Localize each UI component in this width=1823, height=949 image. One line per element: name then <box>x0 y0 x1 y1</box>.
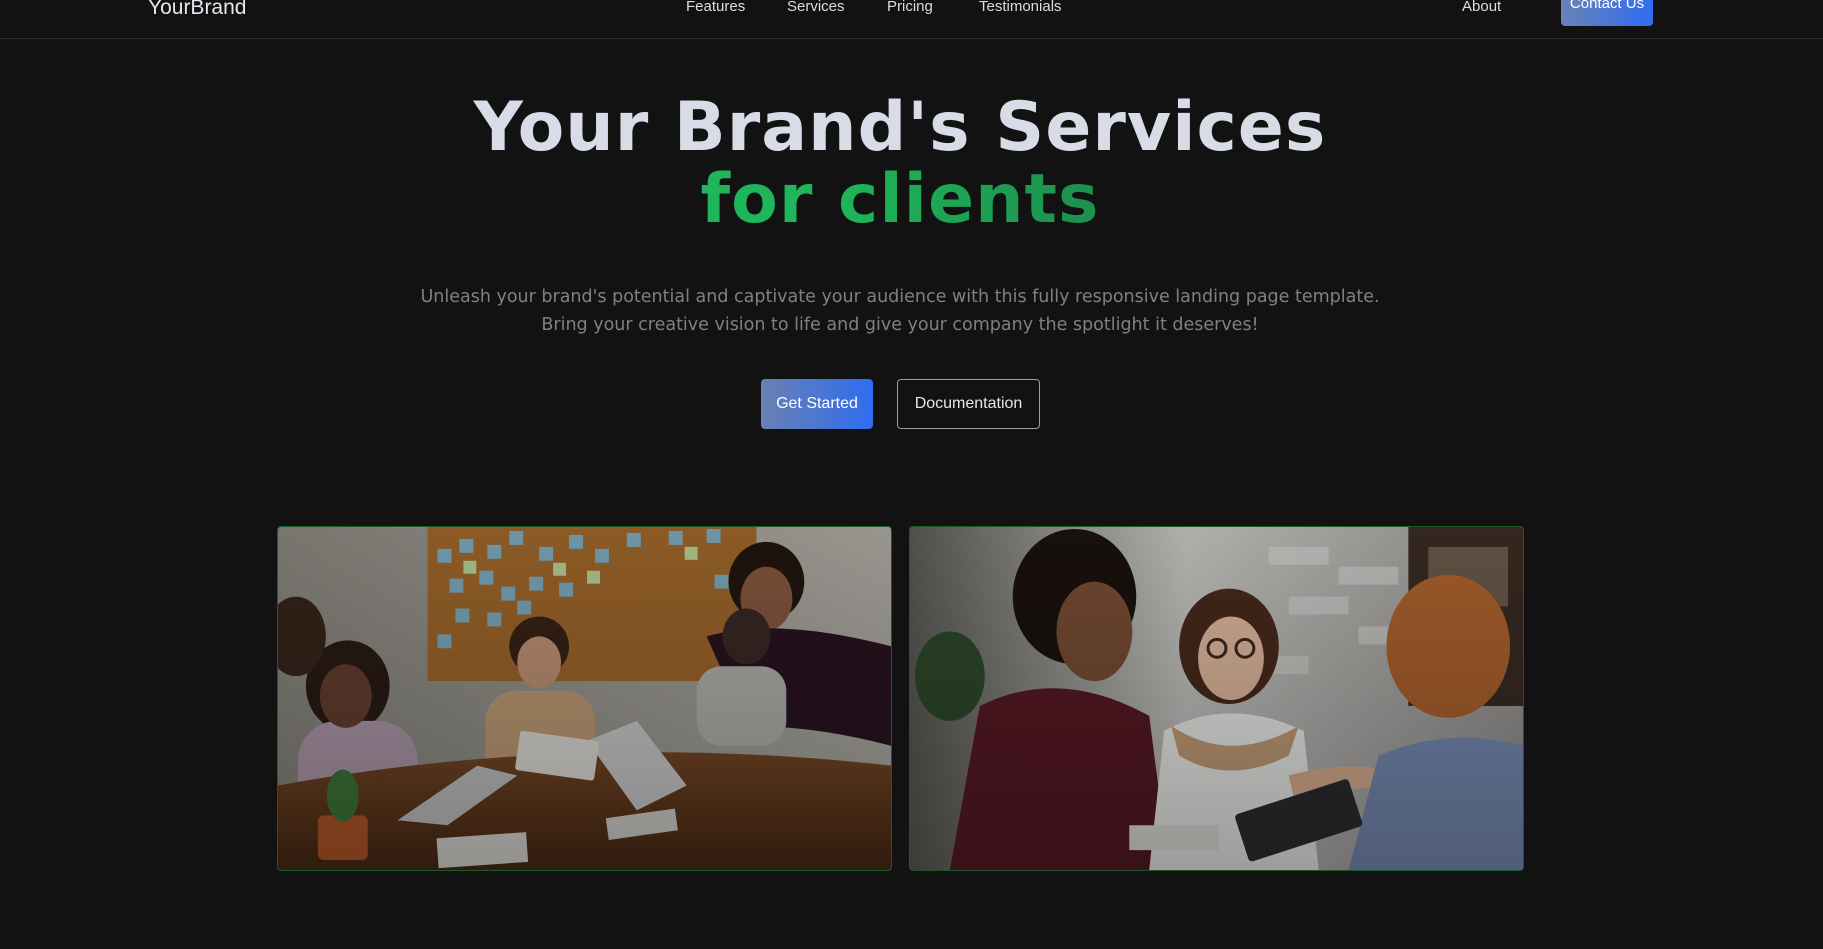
hero-subtitle: Unleash your brand's potential and capti… <box>0 283 1800 339</box>
hero-title: Your Brand's Services for clients <box>0 92 1800 236</box>
hero-title-accent-clients: clients <box>838 160 1100 239</box>
nav-link-testimonials[interactable]: Testimonials <box>979 0 1062 15</box>
hero-subtitle-line2: Bring your creative vision to life and g… <box>541 315 1259 335</box>
hero-subtitle-line1: Unleash your brand's potential and capti… <box>420 287 1380 307</box>
nav-links: Features Services Pricing Testimonials A… <box>0 0 1823 20</box>
get-started-button[interactable]: Get Started <box>761 379 873 429</box>
hero-title-line2: for clients <box>0 164 1800 236</box>
hero-title-line1: Your Brand's Services <box>473 88 1327 167</box>
landing-page: YourBrand Features Services Pricing Test… <box>0 0 1823 949</box>
nav-link-about[interactable]: About <box>1462 0 1501 15</box>
hero-title-accent-for: for <box>700 160 814 239</box>
team-meeting-illustration <box>278 527 891 870</box>
top-navbar: YourBrand Features Services Pricing Test… <box>0 0 1823 39</box>
office-discussion-illustration <box>910 527 1523 870</box>
documentation-button[interactable]: Documentation <box>897 379 1040 429</box>
contact-us-button[interactable]: Contact Us <box>1561 0 1653 26</box>
nav-link-services[interactable]: Services <box>787 0 845 15</box>
nav-link-pricing[interactable]: Pricing <box>887 0 933 15</box>
team-meeting-image <box>277 526 892 871</box>
office-discussion-image <box>909 526 1524 871</box>
nav-link-features[interactable]: Features <box>686 0 745 15</box>
